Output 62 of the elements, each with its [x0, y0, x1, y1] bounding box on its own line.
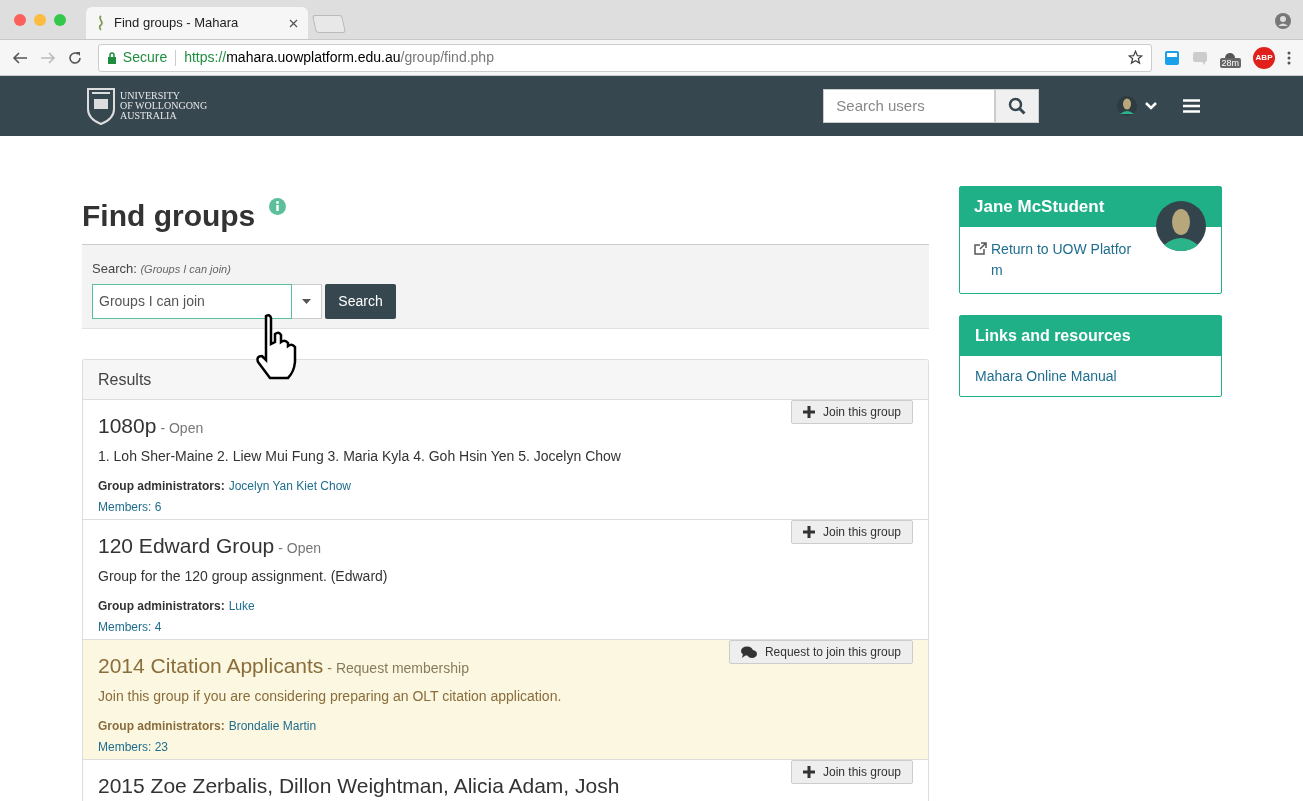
close-icon[interactable]	[289, 18, 298, 28]
reload-icon[interactable]	[67, 50, 82, 65]
extension-badge: 28m	[1219, 57, 1242, 68]
membership-type: - Open	[278, 539, 322, 558]
group-name[interactable]: 2014 Citation Applicants	[98, 650, 324, 682]
card-title: Links and resources	[975, 326, 1131, 346]
page-title: Find groups	[82, 198, 256, 234]
group-filter-field[interactable]: Groups I can join	[92, 284, 292, 319]
url-text: https://mahara.uowplatform.edu.au/group/find.php	[184, 48, 494, 67]
admins-label: Group administrators:	[98, 597, 225, 615]
caret-icon	[302, 299, 311, 304]
search-submit-button[interactable]: Search	[325, 284, 396, 319]
admins-label: Group administrators:	[98, 477, 225, 495]
group-description: 1. Loh Sher-Maine 2. Liew Mui Fung 3. Maria Kyla 4. Goh Hsin Yen 5. Jocelyn Chow	[98, 446, 622, 466]
search-button[interactable]	[995, 89, 1040, 123]
extension-icon[interactable]	[1163, 49, 1180, 66]
avatar-icon	[1117, 96, 1138, 116]
address-bar[interactable]: Secure https://mahara.uowplatform.edu.au/group/find.php	[97, 43, 1152, 72]
comments-icon	[740, 645, 757, 659]
menu-icon[interactable]	[1183, 99, 1201, 113]
secure-label: Secure	[122, 48, 168, 67]
bookmark-star-icon[interactable]	[1127, 50, 1143, 65]
members-link[interactable]: Members: 23	[98, 737, 169, 756]
user-search-field[interactable]: Search users	[823, 89, 996, 123]
chevron-down-icon	[1145, 102, 1158, 110]
plus-icon	[802, 406, 815, 418]
resource-link[interactable]: Mahara Online Manual	[975, 365, 1117, 387]
join-button[interactable]: Join this group	[790, 520, 913, 544]
group-name[interactable]: 2015 Zoe Zerbalis, Dillon Weightman, Alicia Adam, Josh	[98, 770, 620, 801]
lock-icon	[106, 51, 117, 64]
plus-icon	[802, 526, 815, 538]
plus-icon	[802, 766, 815, 778]
menu-icon[interactable]	[1287, 50, 1291, 65]
external-link-icon	[974, 242, 987, 255]
adblock-badge[interactable]: ABP	[1253, 46, 1275, 69]
request-join-button[interactable]: Request to join this group	[728, 640, 913, 664]
university-name[interactable]: UNIVERSITY OF WOLLONGONG AUSTRALIA	[120, 91, 208, 121]
group-description: Join this group if you are considering preparing an OLT citation application.	[98, 686, 563, 706]
group-name[interactable]: 1080p	[98, 410, 157, 442]
members-link[interactable]: Members: 6	[98, 497, 162, 516]
search-label: Search: (Groups I can join)	[92, 261, 232, 277]
group-name[interactable]: 120 Edward Group	[98, 530, 275, 562]
return-link[interactable]: Return to UOW Platfor m	[991, 239, 1141, 281]
results-heading: Results	[98, 369, 152, 390]
user-menu-button[interactable]	[1117, 96, 1158, 116]
admins-label: Group administrators:	[98, 717, 225, 735]
members-link[interactable]: Members: 4	[98, 617, 162, 636]
dropdown-button[interactable]	[292, 284, 322, 319]
join-button[interactable]: Join this group	[790, 400, 913, 424]
group-description: Group for the 120 group assignment. (Edward)	[98, 566, 389, 586]
crest-icon[interactable]	[86, 87, 116, 125]
membership-type: - Open	[160, 419, 204, 438]
admin-link[interactable]: Luke	[228, 596, 255, 615]
admin-link[interactable]: Jocelyn Yan Kiet Chow	[228, 476, 351, 495]
join-button[interactable]: Join this group	[790, 760, 913, 784]
tab-title: Find groups - Mahara	[114, 14, 240, 33]
back-icon[interactable]	[12, 50, 28, 65]
search-icon	[1008, 97, 1027, 115]
browser-tab[interactable]: Find groups - Mahara	[86, 7, 308, 39]
membership-type: - Request membership	[327, 659, 469, 678]
profile-icon[interactable]	[1275, 13, 1291, 29]
admin-link[interactable]: Brondalie Martin	[228, 716, 317, 735]
